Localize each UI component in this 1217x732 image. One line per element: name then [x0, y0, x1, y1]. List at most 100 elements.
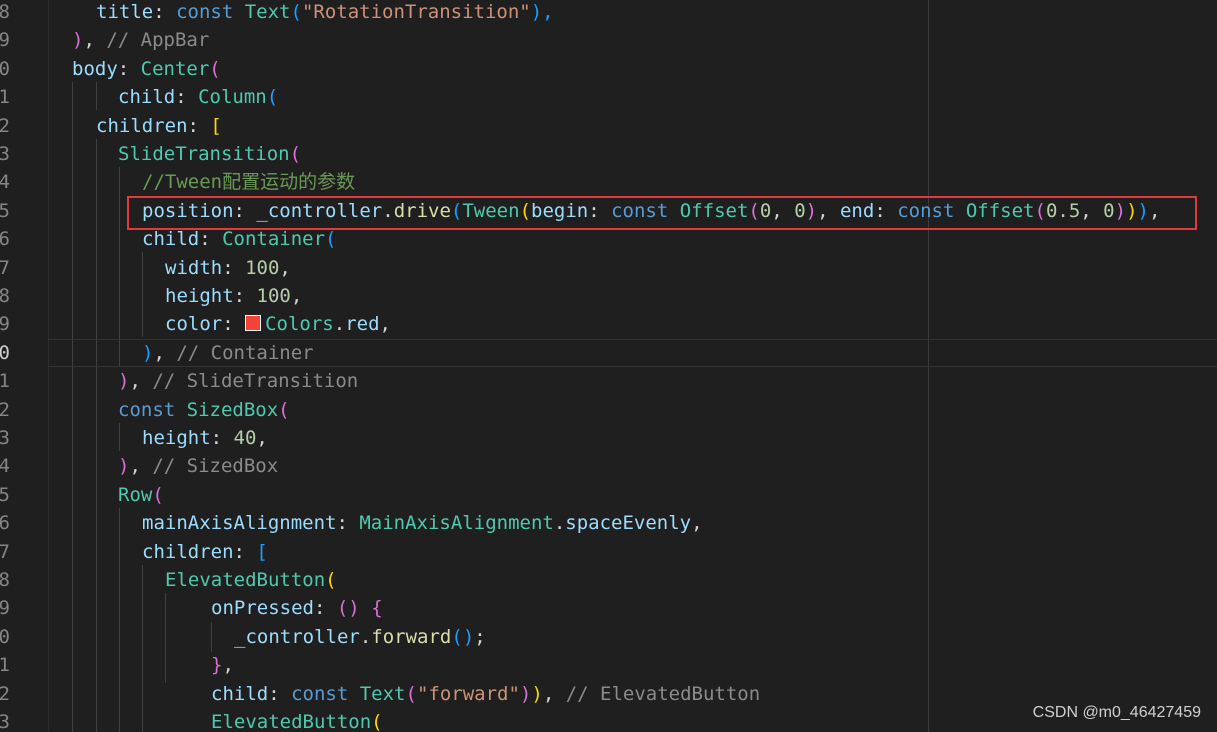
code-token: // SlideTransition	[152, 370, 359, 393]
code-token: .	[553, 512, 566, 535]
code-line[interactable]: 1 child: Column(	[0, 83, 1217, 111]
code-token: )	[142, 341, 154, 364]
code-token: // AppBar	[106, 29, 210, 52]
code-token: ,	[83, 29, 107, 52]
code-editor[interactable]: 8 title: const Text("RotationTransition")…	[0, 0, 1217, 732]
code-line[interactable]: 8 title: const Text("RotationTransition")…	[0, 0, 1217, 26]
code-token: ElevatedButton	[165, 569, 326, 591]
code-line[interactable]: 4 //Tween配置运动的参数	[0, 168, 1217, 196]
code-text: ), // AppBar	[72, 26, 209, 54]
code-token: [	[210, 114, 222, 137]
code-text: children: [	[142, 538, 268, 566]
code-token: :	[199, 228, 223, 251]
line-number: 8	[0, 569, 10, 591]
code-line[interactable]: 0 _controller.forward();	[0, 623, 1217, 651]
line-number: 6	[0, 228, 10, 251]
code-text: width: 100,	[165, 254, 291, 282]
code-token: :	[153, 1, 177, 23]
code-token: Row	[118, 483, 153, 506]
code-token: :	[222, 313, 246, 336]
code-token: :	[313, 597, 337, 620]
code-line[interactable]: 6 mainAxisAlignment: MainAxisAlignment.sp…	[0, 509, 1217, 537]
code-line[interactable]: 8 height: 100,	[0, 282, 1217, 310]
code-token: const	[291, 682, 360, 705]
code-text: ElevatedButton(	[211, 708, 383, 732]
code-text: ), // Container	[142, 339, 314, 367]
code-line[interactable]: 0 ), // Container	[0, 339, 1217, 367]
code-token: SlideTransition	[118, 143, 290, 165]
code-token: Colors	[265, 313, 334, 336]
code-token: )	[519, 682, 532, 705]
code-token: (	[278, 398, 290, 421]
code-line[interactable]: 7 width: 100,	[0, 254, 1217, 282]
code-token: height	[142, 427, 211, 449]
line-number: 8	[0, 1, 10, 23]
code-token: [	[256, 540, 268, 563]
line-number: 8	[0, 285, 10, 307]
code-text: ), // SizedBox	[118, 452, 278, 480]
code-token: .	[359, 625, 372, 648]
code-line[interactable]: 1},	[0, 651, 1217, 679]
code-line[interactable]: 9 color: Colors.red,	[0, 310, 1217, 338]
code-token: )	[118, 455, 130, 478]
line-number: 4	[0, 171, 10, 194]
line-number: 0	[0, 57, 10, 80]
code-text: SlideTransition(	[118, 140, 301, 168]
code-token: SizedBox	[186, 398, 279, 421]
code-token: Text	[359, 682, 406, 705]
line-number: 6	[0, 512, 10, 535]
code-token: (	[290, 1, 302, 23]
code-token: ,	[290, 285, 303, 307]
code-text: child: const Text("forward")), // Elevat…	[211, 680, 760, 708]
code-token: ()	[451, 625, 475, 648]
code-token: ,	[691, 512, 703, 535]
code-token: width	[165, 256, 223, 279]
code-text: body: Center(	[72, 55, 221, 83]
code-text: onPressed: () {	[211, 594, 383, 622]
code-token: forward	[371, 625, 452, 648]
code-line[interactable]: 1), // SlideTransition	[0, 367, 1217, 395]
code-token: // ElevatedButton	[565, 682, 761, 705]
code-line[interactable]: 5 Row(	[0, 481, 1217, 509]
code-token: ,	[129, 370, 153, 393]
code-text: ), // SlideTransition	[118, 367, 358, 395]
code-token: ;	[474, 625, 486, 648]
code-token: (	[289, 143, 302, 165]
code-line[interactable]: 0 body: Center(	[0, 55, 1217, 83]
line-number: 0	[0, 341, 10, 364]
code-text: ElevatedButton(	[165, 566, 337, 594]
code-token: red	[345, 313, 380, 336]
code-token: (	[209, 57, 221, 80]
code-token: color	[165, 313, 223, 336]
code-token: "RotationTransition"	[301, 1, 531, 23]
code-token: :	[233, 540, 257, 563]
code-token: :	[210, 427, 234, 449]
code-token: 100	[256, 285, 291, 307]
code-line[interactable]: 4 ), // SizedBox	[0, 452, 1217, 480]
line-number: 4	[0, 455, 10, 478]
code-token: ,	[222, 654, 234, 677]
code-line[interactable]: 2 const SizedBox(	[0, 396, 1217, 424]
code-token: const	[176, 1, 245, 23]
code-line[interactable]: 3 height: 40,	[0, 424, 1217, 452]
code-token: _controller	[234, 625, 360, 648]
code-token: child	[142, 228, 200, 251]
code-text: height: 40,	[142, 424, 268, 452]
line-number: 9	[0, 313, 10, 336]
code-line[interactable]: 3 SlideTransition(	[0, 140, 1217, 168]
code-token: 40	[233, 427, 257, 449]
code-token: mainAxisAlignment	[142, 512, 337, 535]
line-number: 0	[0, 625, 10, 648]
code-token: :	[336, 512, 360, 535]
code-line[interactable]: 8 ElevatedButton(	[0, 566, 1217, 594]
code-token: onPressed	[211, 597, 314, 620]
watermark: CSDN @m0_46427459	[1032, 704, 1201, 721]
code-line[interactable]: 9), // AppBar	[0, 26, 1217, 54]
code-line[interactable]: 2 children: [	[0, 112, 1217, 140]
line-number: 7	[0, 256, 10, 279]
code-token: ,	[129, 455, 153, 478]
code-line[interactable]: 9 onPressed: () {	[0, 594, 1217, 622]
code-token: Container	[222, 228, 326, 251]
code-line[interactable]: 7 children: [	[0, 538, 1217, 566]
